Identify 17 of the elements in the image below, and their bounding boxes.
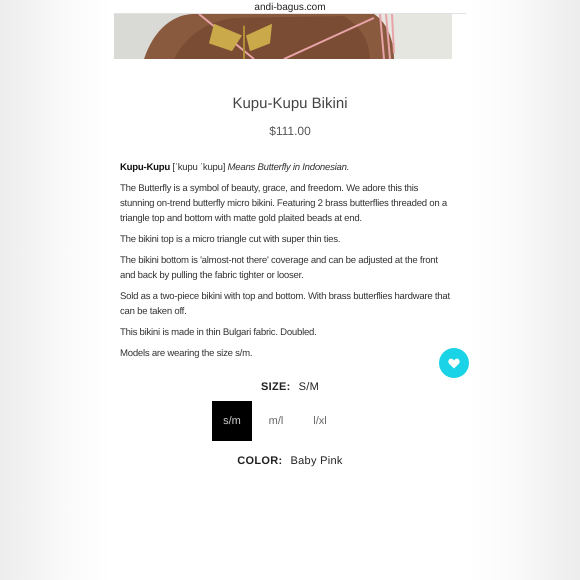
- description-paragraph: The bikini bottom is 'almost-not there' coverage and can be adjusted at the front and back by pulling the fabric tighter or looser.: [120, 254, 439, 283]
- product-title: Kupu-Kupu Bikini: [232, 95, 348, 112]
- description-paragraph: This bikini is made in thin Bulgari fabric. Doubled.: [120, 326, 318, 340]
- product-price: $111.00: [269, 124, 311, 138]
- description-paragraph: Kupu-Kupu [ˈkupu ˈkupu] Means Butterfly in Indonesian.: [120, 161, 350, 175]
- heart-button[interactable]: [439, 348, 469, 378]
- color-value: Baby Pink: [290, 455, 343, 467]
- description-paragraph: Models are wearing the size s/m.: [120, 347, 254, 361]
- size-value: S/M: [298, 381, 320, 393]
- heart-icon: [448, 358, 460, 368]
- color-label: COLOR:: [237, 455, 282, 467]
- description-paragraph: Sold as a two-piece bikini with top and bottom. With brass butterflies hardware that can be taken off.: [120, 290, 452, 319]
- url-text[interactable]: andi-bagus.com: [254, 2, 326, 13]
- size-option[interactable]: s/m: [212, 401, 252, 441]
- description-paragraph: The Butterfly is a symbol of beauty, grace, and freedom. We adore this this stunning on-trend butterfly micro bikini. Featuring 2 brass butterflies threaded on a triangle top and bottom with matte gold plaited beads at end.: [120, 182, 448, 226]
- description-paragraph: The bikini top is a micro triangle cut with super thin ties.: [120, 233, 342, 247]
- size-label: SIZE:: [260, 381, 291, 393]
